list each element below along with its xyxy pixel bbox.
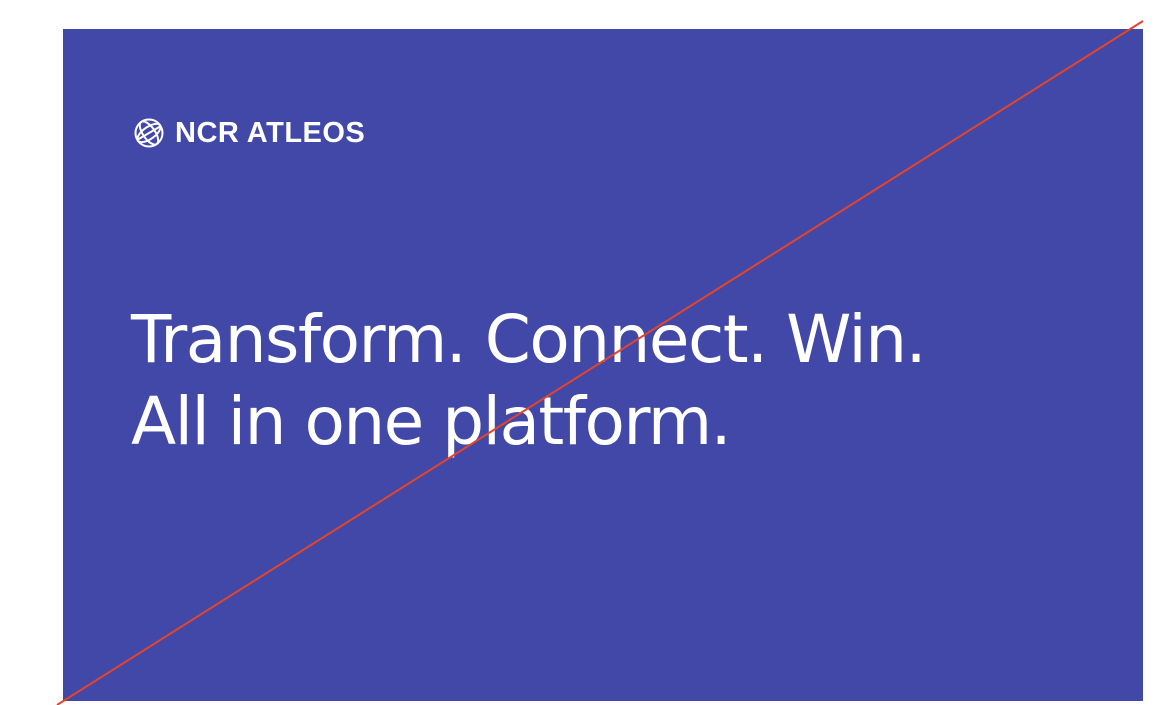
- page-canvas: NCR ATLEOS Transform. Connect. Win. All …: [0, 0, 1173, 705]
- brand-name: NCR ATLEOS: [175, 116, 366, 149]
- headline: Transform. Connect. Win. All in one plat…: [131, 299, 927, 463]
- brand-logo: NCR ATLEOS: [133, 117, 365, 149]
- hero-banner: NCR ATLEOS Transform. Connect. Win. All …: [63, 29, 1143, 701]
- globe-icon: [134, 118, 164, 148]
- headline-line-1: Transform. Connect. Win.: [131, 301, 927, 378]
- headline-line-2: All in one platform.: [131, 383, 732, 460]
